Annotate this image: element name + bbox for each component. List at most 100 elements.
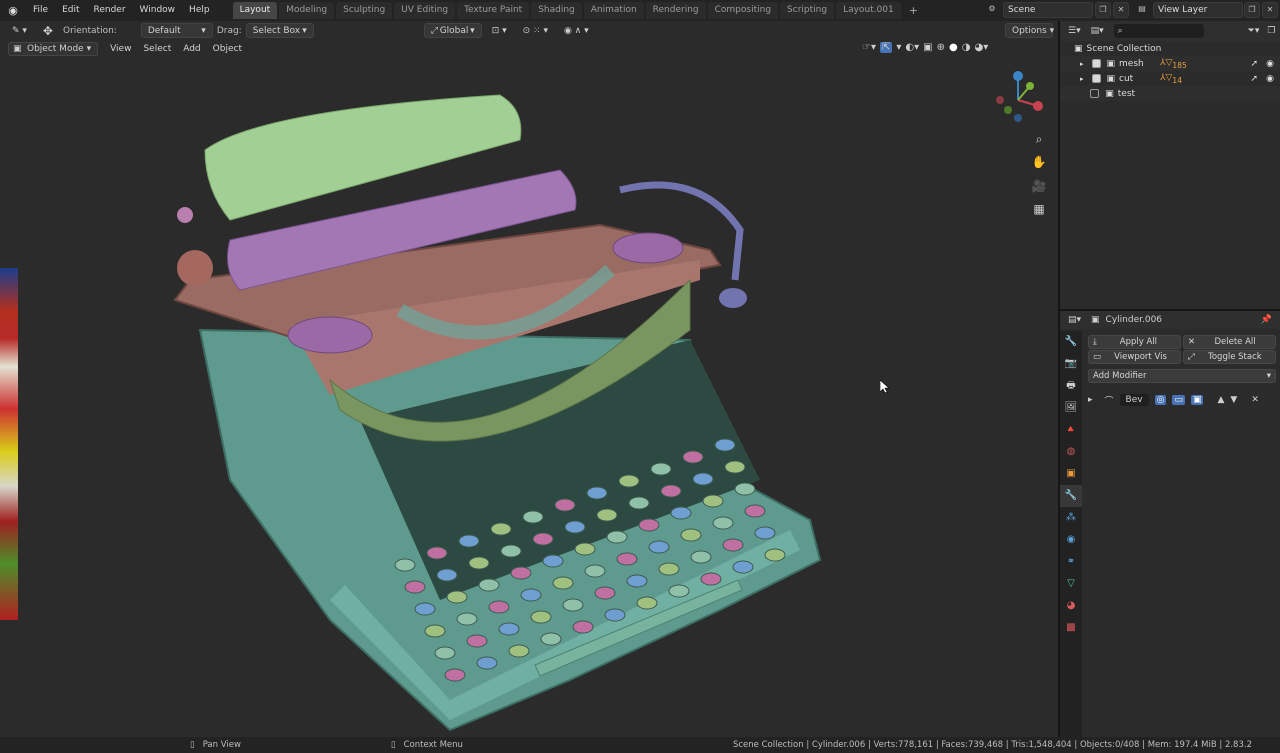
proportional-edit-icon[interactable]: ◉ ∧ ▾ (558, 23, 595, 38)
add-modifier-dropdown[interactable]: Add Modifier ▾ (1088, 369, 1276, 383)
typewriter-key (668, 584, 690, 598)
delete-all-label: Delete All (1214, 337, 1256, 347)
grid-perspective-icon[interactable]: ▦ (1030, 200, 1048, 218)
tool-settings-icon[interactable]: ✎ ▾ (6, 23, 33, 38)
expand-arrow-icon[interactable]: ▸ (1088, 395, 1093, 405)
pan-hand-icon[interactable]: ✋ (1030, 153, 1048, 171)
outliner-root-row[interactable]: ▣ Scene Collection (1060, 41, 1280, 56)
scene-browse-icon[interactable]: ⚙ (983, 2, 1001, 18)
pivot-point-icon[interactable]: ⊡ ▾ (486, 23, 513, 38)
tab-compositing[interactable]: Compositing (707, 2, 779, 19)
eye-icon[interactable]: ◉ (1266, 74, 1274, 84)
outliner-search-input[interactable]: ⌕ (1113, 24, 1204, 38)
tab-sculpting[interactable]: Sculpting (336, 2, 393, 19)
editor-type-icon[interactable]: ☰▾ (1068, 26, 1081, 36)
display-mode-icon[interactable]: ▤▾ (1091, 26, 1104, 36)
navigation-gizmo[interactable] (990, 70, 1046, 126)
material-tab-icon[interactable]: ◕ (1060, 595, 1082, 617)
view-layer-tab-icon[interactable]: 🖼 (1060, 397, 1082, 419)
delete-view-layer-button[interactable]: ✕ (1262, 2, 1278, 18)
physics-tab-icon[interactable]: ◉ (1060, 529, 1082, 551)
exclude-checkbox[interactable] (1091, 59, 1101, 68)
view-layer-browse-icon[interactable]: ▤ (1133, 2, 1151, 18)
tab-modeling[interactable]: Modeling (279, 2, 335, 19)
filter-icon[interactable]: ⏷▾ (1248, 26, 1260, 36)
object-tab-icon[interactable]: ▣ (1060, 463, 1082, 485)
selectable-icon[interactable]: ➚ (1250, 74, 1258, 84)
editmode-toggle-icon[interactable]: ◎ (1154, 395, 1167, 405)
apply-all-label: Apply All (1119, 337, 1157, 347)
menu-window[interactable]: Window (133, 0, 183, 21)
eye-icon[interactable]: ◉ (1266, 59, 1274, 69)
outliner-item[interactable]: ▣ test (1060, 86, 1280, 101)
snap-icon[interactable]: ⊙ ⁙ ▾ (517, 23, 554, 38)
modifier-tab-icon[interactable]: 🔧 (1060, 485, 1082, 507)
menu-edit[interactable]: Edit (55, 0, 86, 21)
output-tab-icon[interactable]: 🖶 (1060, 375, 1082, 397)
drag-dropdown[interactable]: Select Box ▾ (245, 23, 314, 38)
orientation-dropdown[interactable]: Default ▾ (140, 23, 213, 38)
toggle-stack-button[interactable]: ⤢ Toggle Stack (1183, 350, 1276, 364)
menu-render[interactable]: Render (87, 0, 133, 21)
transform-orientation-dropdown[interactable]: ⤢ Global ▾ (423, 23, 482, 38)
tab-layout[interactable]: Layout (232, 2, 278, 19)
viewport-vis-button[interactable]: ▭ Viewport Vis (1088, 350, 1181, 364)
pin-icon[interactable]: 📌 (1261, 315, 1272, 325)
delete-all-button[interactable]: ✕ Delete All (1183, 335, 1276, 349)
typewriter-key (468, 556, 490, 570)
typewriter-key (712, 516, 734, 530)
selectable-icon[interactable]: ➚ (1250, 59, 1258, 69)
tab-layout-001[interactable]: Layout.001 (836, 2, 901, 19)
particles-tab-icon[interactable]: ⁂ (1060, 507, 1082, 529)
texture-tab-icon[interactable]: ▩ (1060, 617, 1082, 639)
constraints-tab-icon[interactable]: ⚭ (1060, 551, 1082, 573)
remove-modifier-icon[interactable]: ✕ (1251, 395, 1259, 405)
outliner-item[interactable]: ▸ ▣ cut ⅄▽14 ➚ ◉ (1060, 71, 1280, 86)
tab-rendering[interactable]: Rendering (645, 2, 706, 19)
menu-file[interactable]: File (26, 0, 55, 21)
move-up-icon[interactable]: ▲ (1217, 395, 1224, 405)
render-tab-icon[interactable]: 📷 (1060, 353, 1082, 375)
outliner-item[interactable]: ▸ ▣ mesh ⅄▽185 ➚ ◉ (1060, 56, 1280, 71)
blender-logo-icon[interactable]: ◉ (0, 0, 26, 21)
object-count: 14 (1172, 75, 1182, 85)
scene-tab-icon[interactable]: 🔺 (1060, 419, 1082, 441)
expand-arrow-icon[interactable]: ▸ (1080, 75, 1084, 83)
view-layer-selector[interactable]: View Layer (1153, 2, 1243, 18)
typewriter-key (414, 602, 436, 616)
world-tab-icon[interactable]: ◍ (1060, 441, 1082, 463)
new-collection-icon[interactable]: ❐ (1267, 26, 1275, 36)
tab-animation[interactable]: Animation (583, 2, 644, 19)
editor-type-icon[interactable]: ▤▾ (1068, 315, 1081, 325)
object-count-badge: ⅄▽14 (1160, 72, 1182, 85)
exclude-checkbox[interactable] (1091, 74, 1101, 83)
new-view-layer-button[interactable]: ❐ (1244, 2, 1260, 18)
scene-selector[interactable]: Scene (1003, 2, 1093, 18)
tab-shading[interactable]: Shading (531, 2, 582, 19)
tool-tab-icon[interactable]: 🔧 (1060, 331, 1082, 353)
add-workspace-icon[interactable]: + (903, 4, 924, 17)
zoom-icon[interactable]: ⌕ (1030, 130, 1048, 148)
typewriter-key (508, 644, 530, 658)
apply-all-button[interactable]: ⤓ Apply All (1088, 335, 1181, 349)
tab-scripting[interactable]: Scripting (780, 2, 835, 19)
move-down-icon[interactable]: ▼ (1230, 395, 1237, 405)
3d-viewport[interactable]: ▣ Object Mode ▾ View Select Add Object ☞▾ ⇱ ▾… (0, 40, 1058, 737)
tab-texture-paint[interactable]: Texture Paint (457, 2, 530, 19)
delete-scene-button[interactable]: ✕ (1113, 2, 1129, 18)
tab-uv-editing[interactable]: UV Editing (394, 2, 456, 19)
camera-view-icon[interactable]: 🎥 (1030, 177, 1048, 195)
exclude-checkbox[interactable] (1090, 89, 1100, 98)
menu-help[interactable]: Help (182, 0, 217, 21)
options-dropdown[interactable]: Options ▾ (1005, 23, 1054, 38)
data-tab-icon[interactable]: ▽ (1060, 573, 1082, 595)
expand-arrow-icon[interactable]: ▸ (1080, 60, 1084, 68)
move-tool-icon[interactable]: ✥ (37, 23, 59, 38)
viewport-toggle-icon[interactable]: ▭ (1172, 395, 1185, 405)
modifier-name-field[interactable]: Bev (1119, 394, 1149, 406)
expand-arrow-icon[interactable] (1080, 90, 1082, 98)
render-toggle-icon[interactable]: ▣ (1190, 395, 1204, 405)
typewriter-key (626, 574, 648, 588)
typewriter-key (764, 548, 786, 562)
new-scene-button[interactable]: ❐ (1095, 2, 1111, 18)
